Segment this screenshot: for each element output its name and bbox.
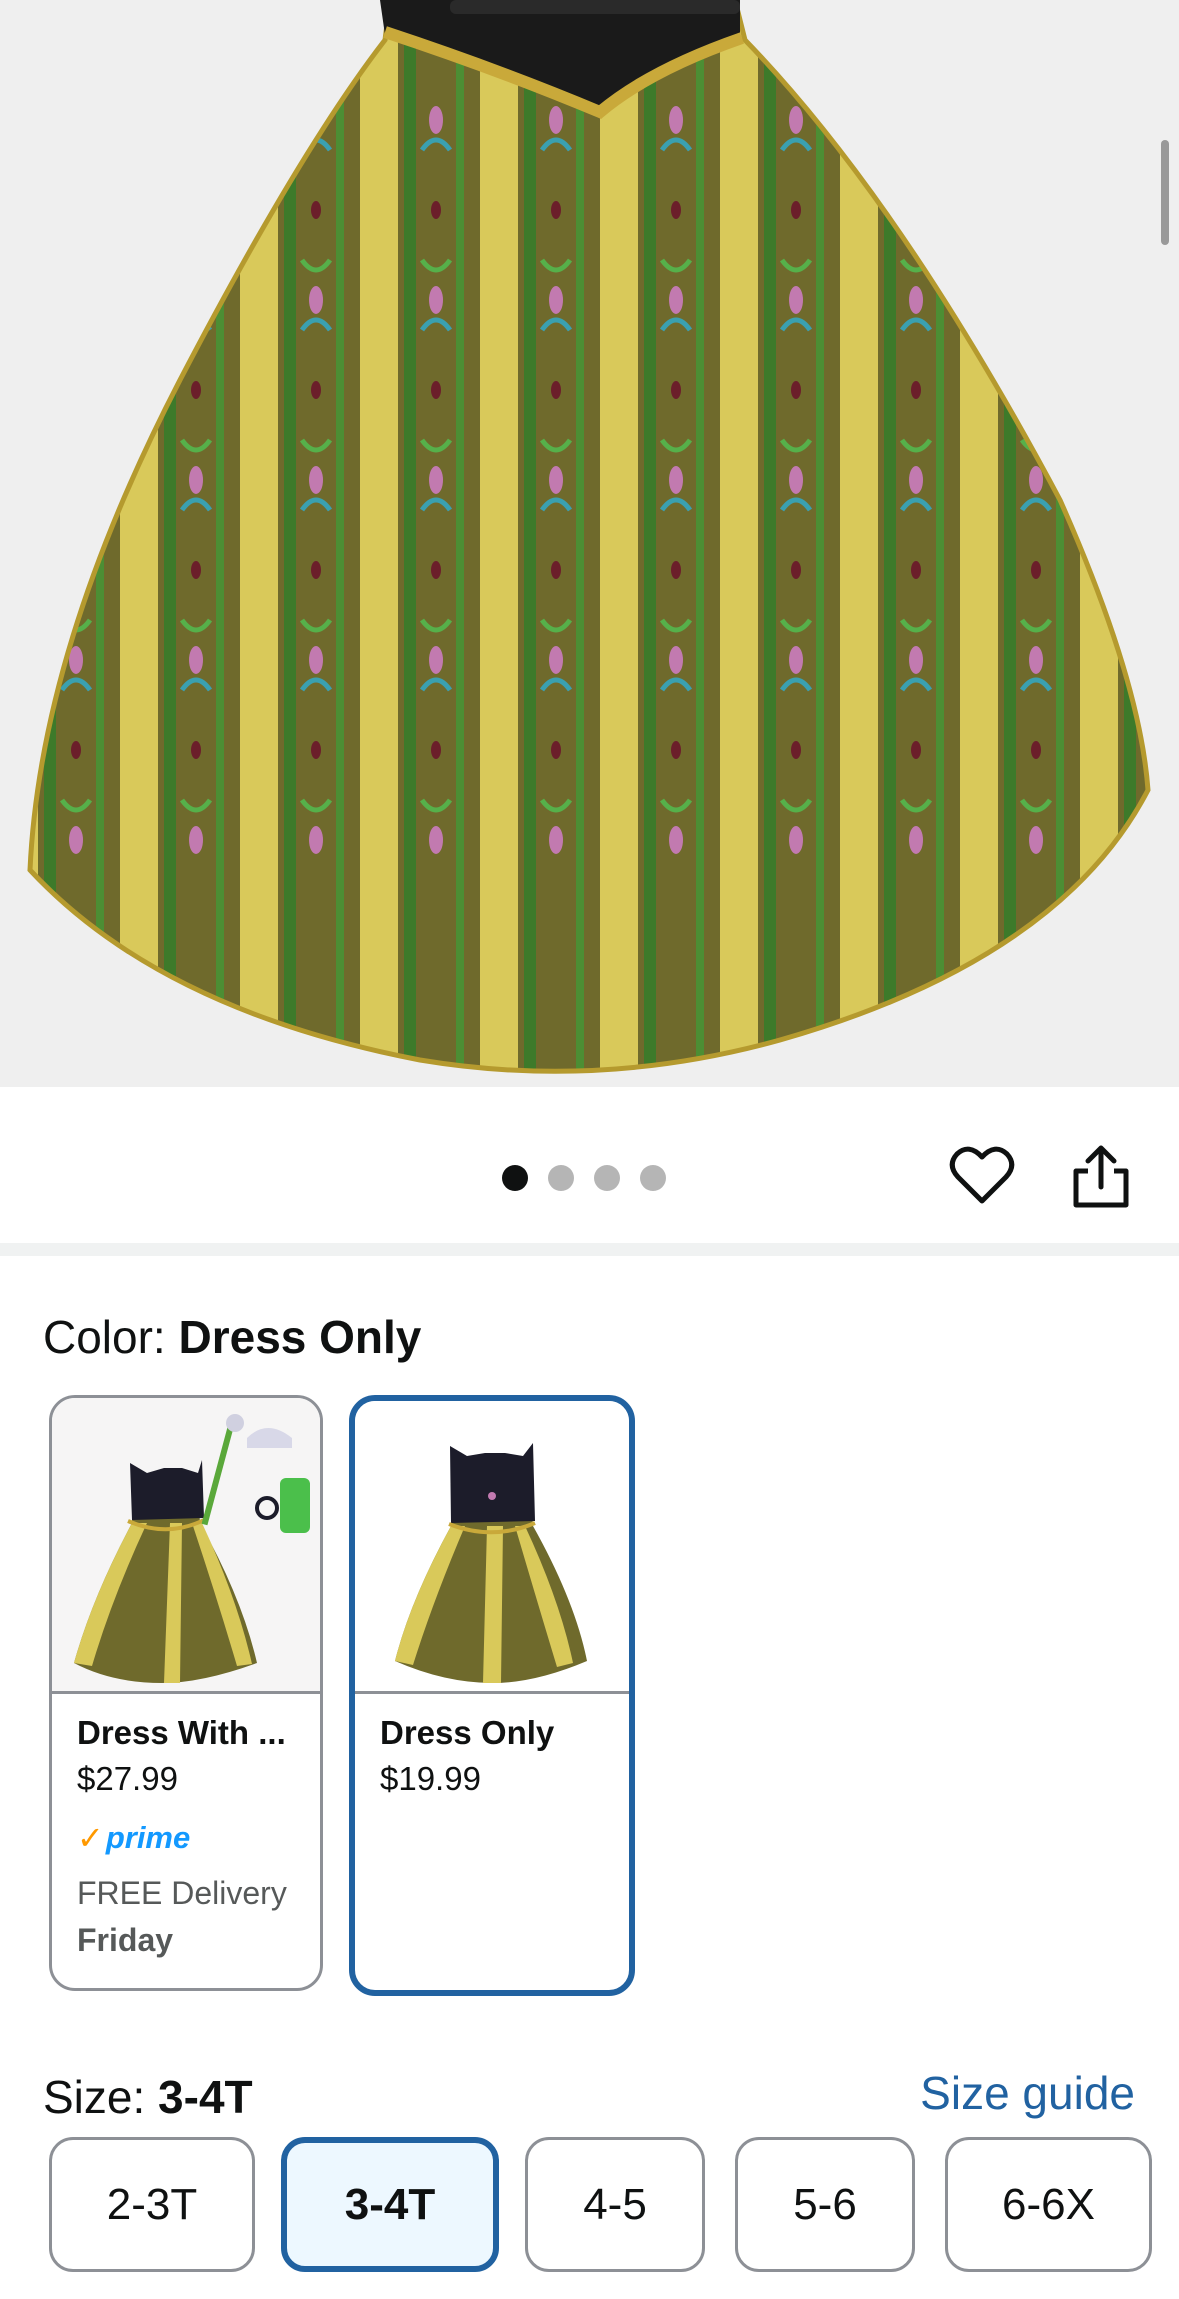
pager-dot[interactable] xyxy=(502,1165,528,1191)
prime-badge-text: prime xyxy=(105,1820,191,1855)
color-option-price: $27.99 xyxy=(77,1760,178,1797)
color-option-thumbnail xyxy=(355,1401,629,1694)
size-option-3-4t[interactable]: 3-4T xyxy=(281,2137,499,2272)
prime-check-icon: ✓ xyxy=(77,1820,104,1856)
size-label: Size: 3-4T xyxy=(43,2070,253,2124)
prime-badge: ✓ prime xyxy=(77,1816,320,1860)
size-option-2-3t[interactable]: 2-3T xyxy=(49,2137,255,2272)
size-label-prefix: Size: xyxy=(43,2071,159,2123)
color-option-name: Dress With ... xyxy=(77,1714,286,1751)
dress-skirt-image xyxy=(27,0,1151,1074)
color-option-dress-only[interactable]: Dress Only $19.99 xyxy=(349,1395,635,1996)
heart-icon[interactable] xyxy=(949,1143,1015,1209)
image-pager[interactable] xyxy=(502,1165,666,1191)
product-image[interactable] xyxy=(0,0,1179,1087)
color-option-name: Dress Only xyxy=(380,1714,555,1751)
color-label-prefix: Color: xyxy=(43,1311,179,1363)
pager-dot[interactable] xyxy=(594,1165,620,1191)
size-guide-link[interactable]: Size guide xyxy=(920,2066,1135,2120)
color-option-price: $19.99 xyxy=(380,1760,481,1797)
color-label: Color: Dress Only xyxy=(43,1310,421,1364)
color-option-dress-with-accessories[interactable]: Dress With ... $27.99 ✓ prime FREE Deliv… xyxy=(49,1395,323,1991)
delivery-text: FREE Delivery xyxy=(77,1875,287,1911)
color-option-thumbnail xyxy=(52,1398,320,1694)
pager-dot[interactable] xyxy=(548,1165,574,1191)
size-option-5-6[interactable]: 5-6 xyxy=(735,2137,915,2272)
share-icon[interactable] xyxy=(1068,1143,1134,1209)
pager-dot[interactable] xyxy=(640,1165,666,1191)
color-selected-value: Dress Only xyxy=(178,1311,422,1363)
size-option-4-5[interactable]: 4-5 xyxy=(525,2137,705,2272)
section-divider xyxy=(0,1243,1179,1256)
image-scrollbar[interactable] xyxy=(1161,140,1169,245)
size-selected-value: 3-4T xyxy=(158,2071,253,2123)
delivery-day: Friday xyxy=(77,1922,174,1958)
size-option-6-6x[interactable]: 6-6X xyxy=(945,2137,1152,2272)
